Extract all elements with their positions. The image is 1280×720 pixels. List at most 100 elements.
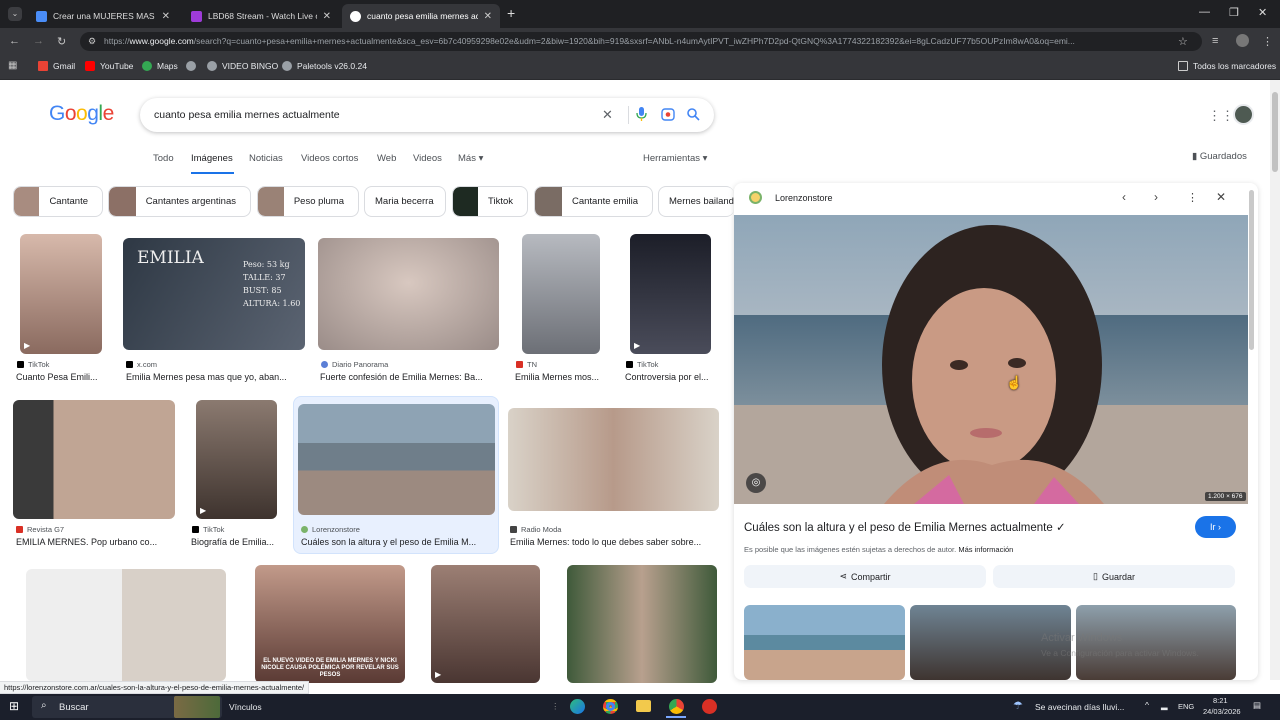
tab-google-search[interactable]: cuanto pesa emilia mernes actu ✕ bbox=[342, 4, 500, 28]
bookmark-paletools[interactable]: Paletools v26.0.24 bbox=[282, 61, 367, 71]
result-source[interactable]: Lorenzonstore bbox=[301, 525, 360, 534]
previous-image-icon[interactable]: ‹ bbox=[1122, 190, 1126, 204]
menu-icon[interactable]: ⋮ bbox=[1262, 35, 1273, 48]
result-source[interactable]: Revista G7 bbox=[16, 525, 64, 534]
weather-text[interactable]: Se avecinan días lluvi... bbox=[1035, 702, 1124, 712]
tab-search-icon[interactable]: ⌄ bbox=[8, 7, 22, 21]
notifications-icon[interactable]: ▤ bbox=[1253, 700, 1261, 711]
language-indicator[interactable]: ENG bbox=[1178, 702, 1194, 711]
panel-source-name[interactable]: Lorenzonstore bbox=[775, 193, 833, 203]
share-button[interactable]: ⋖ Compartir bbox=[744, 565, 986, 588]
result-thumbnail-2[interactable]: EMILIA Peso: 53 kg TALLE: 37 BUST: 85 AL… bbox=[123, 238, 305, 350]
tab-todo[interactable]: Todo bbox=[153, 153, 174, 164]
result-caption[interactable]: Controversia por el... bbox=[625, 372, 715, 382]
result-caption[interactable]: Cuanto Pesa Emili... bbox=[16, 372, 108, 382]
apps-grid-icon[interactable]: ▦ bbox=[8, 60, 17, 71]
network-icon[interactable]: ▂ bbox=[1161, 700, 1168, 711]
clock-time[interactable]: 8:21 bbox=[1213, 696, 1228, 705]
close-panel-icon[interactable]: ✕ bbox=[1216, 190, 1226, 204]
chip-tiktok[interactable]: Tiktok bbox=[452, 186, 528, 217]
chip-cantantes-argentinas[interactable]: Cantantes argentinas bbox=[108, 186, 251, 217]
chip-cantante[interactable]: Cantante bbox=[13, 186, 103, 217]
reload-icon[interactable]: ↻ bbox=[57, 35, 66, 48]
tab-web[interactable]: Web bbox=[377, 153, 396, 164]
more-options-icon[interactable]: ⋮ bbox=[1187, 191, 1198, 204]
tab-lbd68[interactable]: LBD68 Stream - Watch Live on ✕ bbox=[183, 4, 339, 28]
chip-cantante-emilia[interactable]: Cantante emilia bbox=[534, 186, 653, 217]
result-source[interactable]: x.com bbox=[126, 360, 157, 369]
result-thumbnail-9[interactable] bbox=[508, 408, 719, 511]
result-caption[interactable]: Cuáles son la altura y el peso de Emilia… bbox=[301, 537, 493, 547]
tab-videos-cortos[interactable]: Videos cortos bbox=[301, 153, 358, 164]
lens-search-icon[interactable]: ◎ bbox=[746, 473, 766, 493]
result-caption[interactable]: Biografía de Emilia... bbox=[191, 537, 281, 547]
minimize-icon[interactable]: — bbox=[1199, 6, 1210, 18]
new-tab-button[interactable]: + bbox=[507, 5, 515, 21]
panel-title[interactable]: Cuáles son la altura y el peso de Emilia… bbox=[744, 520, 1066, 534]
result-thumbnail-7[interactable]: ▶ bbox=[196, 400, 277, 519]
clear-search-icon[interactable]: ✕ bbox=[602, 107, 613, 123]
result-thumbnail-6[interactable] bbox=[13, 400, 175, 519]
result-caption[interactable]: Fuerte confesión de Emilia Mernes: Ba... bbox=[320, 372, 498, 382]
result-source[interactable]: TN bbox=[516, 360, 537, 369]
result-thumbnail-13[interactable] bbox=[567, 565, 717, 683]
result-thumbnail-8[interactable] bbox=[298, 404, 495, 515]
bookmark-youtube[interactable]: YouTube bbox=[85, 61, 133, 71]
microphone-icon[interactable] bbox=[636, 107, 647, 121]
chrome-active-icon[interactable] bbox=[669, 699, 684, 714]
tray-overflow-icon[interactable]: ^ bbox=[1145, 700, 1149, 710]
google-apps-icon[interactable]: ⋮⋮ bbox=[1208, 108, 1234, 124]
tab-mas[interactable]: Más ▾ bbox=[458, 153, 483, 164]
lens-icon[interactable] bbox=[661, 108, 675, 121]
file-explorer-icon[interactable] bbox=[636, 700, 651, 712]
preview-image[interactable] bbox=[734, 215, 1248, 504]
result-thumbnail-11[interactable]: EL NUEVO VIDEO DE EMILIA MERNES Y NICKI … bbox=[255, 565, 405, 683]
close-tab-icon[interactable]: ✕ bbox=[162, 11, 170, 22]
site-info-icon[interactable]: ⚙ bbox=[88, 36, 96, 47]
search-input[interactable]: cuanto pesa emilia mernes actualmente bbox=[154, 109, 340, 121]
bookmark-star-icon[interactable]: ☆ bbox=[1178, 35, 1188, 48]
result-caption[interactable]: EMILIA MERNES. Pop urbano co... bbox=[16, 537, 172, 547]
result-thumbnail-12[interactable]: ▶ bbox=[431, 565, 540, 683]
more-info-link[interactable]: Más información bbox=[958, 545, 1013, 554]
google-logo[interactable]: Google bbox=[49, 102, 114, 126]
chrome-icon[interactable] bbox=[603, 699, 618, 714]
bookmark-gmail[interactable]: Gmail bbox=[38, 61, 75, 71]
tab-mujeres[interactable]: Crear una MUJERES MAS HERMO ✕ bbox=[28, 4, 178, 28]
edge-icon[interactable] bbox=[570, 699, 585, 714]
result-source[interactable]: TikTok bbox=[192, 525, 224, 534]
close-tab-icon[interactable]: ✕ bbox=[484, 11, 492, 22]
next-image-icon[interactable]: › bbox=[1154, 190, 1158, 204]
result-source[interactable]: TikTok bbox=[626, 360, 658, 369]
app-icon[interactable] bbox=[702, 699, 717, 714]
result-source[interactable]: Radio Moda bbox=[510, 525, 561, 534]
windows-start-icon[interactable]: ⊞ bbox=[9, 699, 19, 713]
result-caption[interactable]: Emilia Mernes mos... bbox=[515, 372, 609, 382]
chip-mernes-bailando[interactable]: Mernes bailando bbox=[658, 186, 734, 217]
herramientas-button[interactable]: Herramientas ▾ bbox=[643, 153, 707, 164]
related-image-1[interactable] bbox=[744, 605, 905, 680]
account-avatar[interactable] bbox=[1233, 104, 1254, 125]
bookmark-globe[interactable] bbox=[186, 61, 201, 71]
visit-button[interactable]: Ir › bbox=[1195, 516, 1236, 538]
bookmark-video-bingo[interactable]: VIDEO BINGO bbox=[207, 61, 278, 71]
back-icon[interactable]: ← bbox=[9, 35, 20, 47]
tab-imagenes[interactable]: Imágenes bbox=[191, 153, 233, 164]
result-source[interactable]: Diario Panorama bbox=[321, 360, 388, 369]
close-tab-icon[interactable]: ✕ bbox=[323, 11, 331, 22]
restore-icon[interactable]: ❐ bbox=[1229, 6, 1239, 19]
result-caption[interactable]: Emilia Mernes: todo lo que debes saber s… bbox=[510, 537, 718, 547]
bookmark-maps[interactable]: Maps bbox=[142, 61, 178, 71]
tab-noticias[interactable]: Noticias bbox=[249, 153, 283, 164]
result-thumbnail-1[interactable]: ▶ bbox=[20, 234, 102, 354]
result-source[interactable]: TikTok bbox=[17, 360, 49, 369]
all-bookmarks[interactable]: Todos los marcadores bbox=[1178, 61, 1276, 71]
address-bar[interactable]: https://www.google.com/search?q=cuanto+p… bbox=[80, 32, 1202, 51]
result-thumbnail-5[interactable]: ▶ bbox=[630, 234, 711, 354]
forward-icon[interactable]: → bbox=[33, 35, 44, 47]
panel-scrollbar-thumb[interactable] bbox=[1249, 190, 1254, 350]
result-thumbnail-4[interactable] bbox=[522, 234, 600, 354]
result-thumbnail-10[interactable] bbox=[26, 569, 226, 681]
search-icon[interactable] bbox=[687, 108, 700, 121]
vinculos-toolbar[interactable]: Vínculos bbox=[229, 702, 262, 712]
